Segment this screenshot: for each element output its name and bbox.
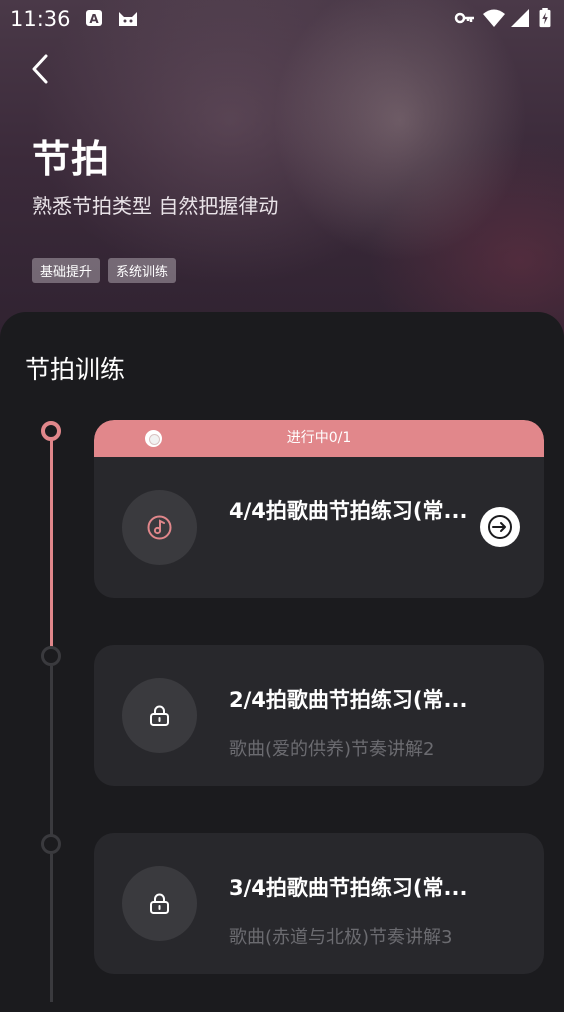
- lesson-description: 歌曲(赤道与北极)节奏讲解3: [229, 927, 453, 948]
- status-time: 11:36: [10, 7, 71, 31]
- wifi-icon: [483, 9, 505, 27]
- tag: 基础提升: [32, 258, 101, 283]
- lesson-icon-circle: [122, 678, 197, 753]
- progress-banner: 进行中0/1: [94, 420, 544, 457]
- start-lesson-button[interactable]: [480, 507, 520, 547]
- signal-icon: [511, 9, 529, 27]
- lesson-description: 歌曲(爱的供养)节奏讲解2: [229, 739, 435, 760]
- section-title: 节拍训练: [25, 355, 126, 384]
- progress-status: 进行中0/1: [286, 430, 352, 446]
- lock-icon: [150, 893, 169, 914]
- enter-arrow-icon: [488, 515, 512, 539]
- tag-list: 基础提升 系统训练: [32, 258, 177, 283]
- timeline-node: [41, 646, 61, 666]
- lesson-icon-circle: [122, 490, 197, 565]
- battery-icon: [539, 8, 551, 28]
- svg-text:A: A: [89, 12, 99, 26]
- key-icon: [454, 12, 474, 24]
- timeline-progress-line: [50, 440, 53, 648]
- lesson-title: 4/4拍歌曲节拍练习(常...: [229, 499, 468, 523]
- lesson-title: 2/4拍歌曲节拍练习(常...: [229, 688, 468, 712]
- timeline-node: [41, 834, 61, 854]
- status-bar: 11:36 A: [0, 0, 564, 36]
- lesson-card[interactable]: 进行中0/1 4/4拍歌曲节拍练习(常...: [94, 420, 544, 598]
- timeline-line: [50, 854, 53, 1002]
- app-a-icon: A: [86, 10, 102, 26]
- tag: 系统训练: [108, 258, 177, 283]
- timeline-line: [50, 666, 53, 836]
- cat-icon: [119, 12, 137, 26]
- music-note-icon: [147, 515, 172, 540]
- timeline-node-active: [41, 421, 61, 441]
- back-button[interactable]: [26, 52, 56, 86]
- lesson-icon-circle: [122, 866, 197, 941]
- lock-icon: [150, 705, 169, 726]
- lesson-title: 3/4拍歌曲节拍练习(常...: [229, 876, 468, 900]
- page-title: 节拍: [32, 137, 111, 181]
- lesson-card[interactable]: 3/4拍歌曲节拍练习(常... 歌曲(赤道与北极)节奏讲解3: [94, 833, 544, 974]
- page-subtitle: 熟悉节拍类型 自然把握律动: [32, 194, 279, 218]
- lesson-card[interactable]: 2/4拍歌曲节拍练习(常... 歌曲(爱的供养)节奏讲解2: [94, 645, 544, 786]
